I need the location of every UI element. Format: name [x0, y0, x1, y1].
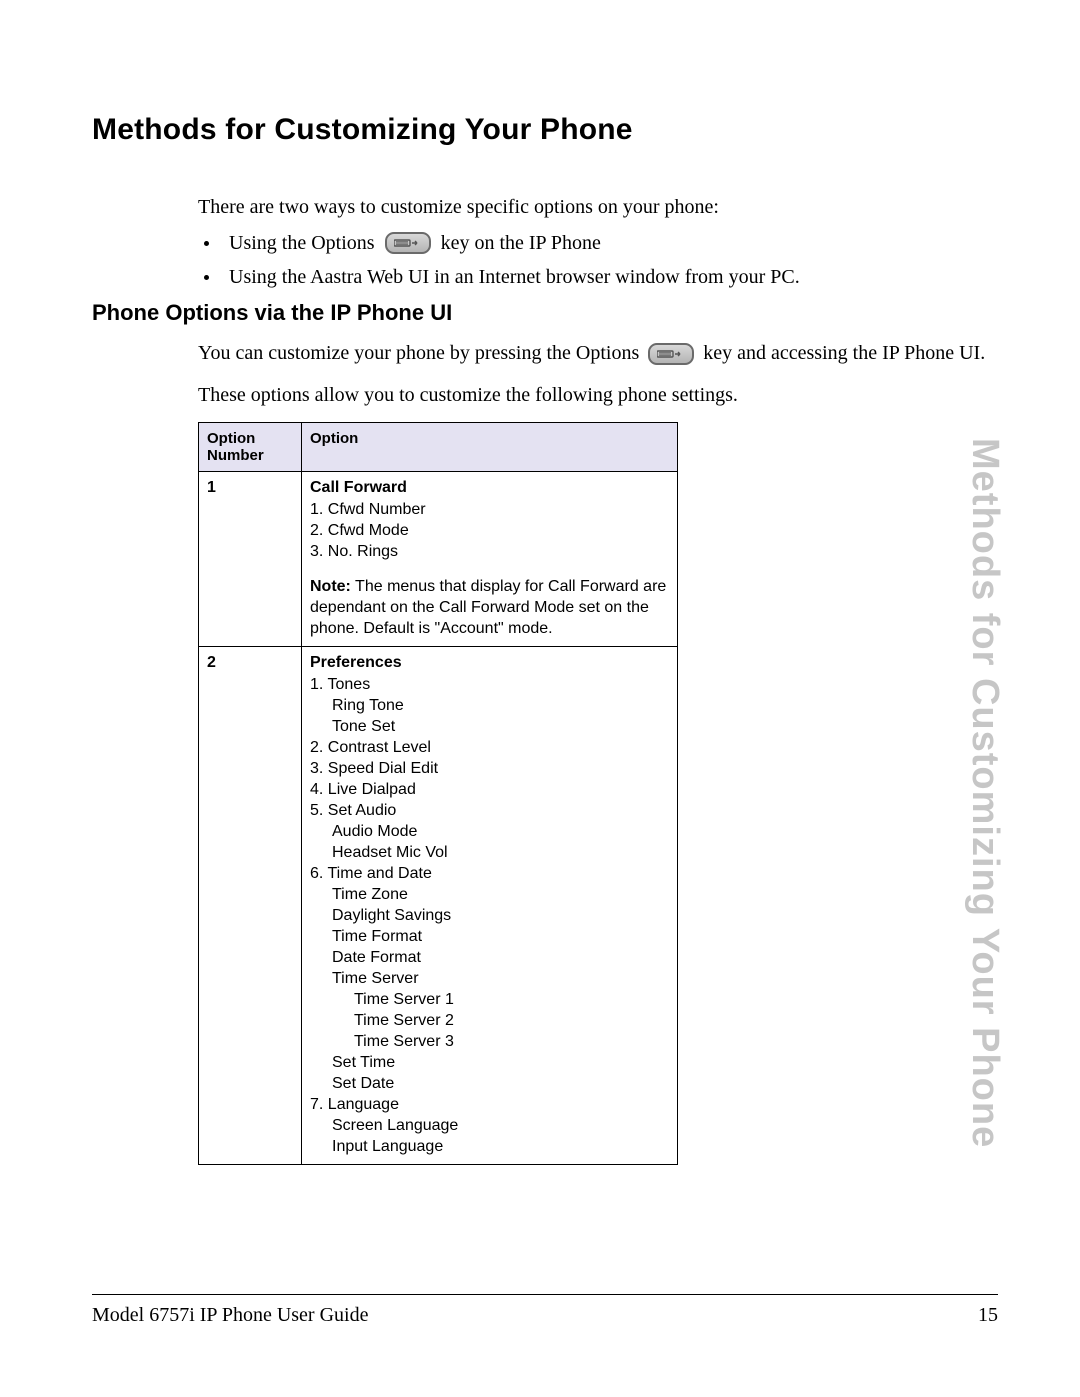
footer-doc-title: Model 6757i IP Phone User Guide: [92, 1304, 368, 1327]
page: Methods for Customizing Your Phone There…: [0, 0, 1080, 1397]
list-item: Time Server 1: [310, 989, 669, 1010]
th-option-number: Option Number: [199, 423, 302, 472]
options-table: Option Number Option 1 Call Forward 1. C…: [198, 422, 678, 1165]
list-item: Input Language: [310, 1136, 669, 1157]
th-option: Option: [302, 423, 678, 472]
list-item: Time Server 3: [310, 1031, 669, 1052]
list-item: 1. Cfwd Number: [310, 499, 669, 520]
list-item: 5. Set Audio: [310, 800, 669, 821]
section-para-1-pre: You can customize your phone by pressing…: [198, 342, 639, 364]
intro-bullet-1-pre: Using the Options: [229, 228, 375, 258]
intro-bullet-1: Using the Options key on the IP Phone: [198, 228, 998, 258]
intro-bullet-2-text: Using the Aastra Web UI in an Internet b…: [229, 262, 800, 292]
page-footer: Model 6757i IP Phone User Guide 15: [92, 1304, 998, 1327]
list-item: Audio Mode: [310, 821, 669, 842]
option-list: 1. Tones Ring Tone Tone Set 2. Contrast …: [310, 674, 669, 1157]
list-item: Date Format: [310, 947, 669, 968]
section-heading: Phone Options via the IP Phone UI: [92, 300, 998, 326]
list-item: Time Server 2: [310, 1010, 669, 1031]
list-item: Time Zone: [310, 884, 669, 905]
list-item: Headset Mic Vol: [310, 842, 669, 863]
cell-option-content: Call Forward 1. Cfwd Number 2. Cfwd Mode…: [302, 472, 678, 647]
list-item: 6. Time and Date: [310, 863, 669, 884]
table-row: 2 Preferences 1. Tones Ring Tone Tone Se…: [199, 647, 678, 1165]
list-item: 1. Tones: [310, 674, 669, 695]
option-title: Call Forward: [310, 479, 669, 497]
options-key-icon: [648, 343, 694, 365]
cell-option-number: 1: [199, 472, 302, 647]
side-tab-title: Methods for Customizing Your Phone: [963, 438, 1006, 1148]
bullet-icon: [204, 275, 209, 280]
list-item: 3. Speed Dial Edit: [310, 758, 669, 779]
list-item: Daylight Savings: [310, 905, 669, 926]
section-para-1: You can customize your phone by pressing…: [198, 336, 998, 370]
option-note: Note: The menus that display for Call Fo…: [310, 576, 669, 639]
table-row: 1 Call Forward 1. Cfwd Number 2. Cfwd Mo…: [199, 472, 678, 647]
cell-option-number: 2: [199, 647, 302, 1165]
table-header-row: Option Number Option: [199, 423, 678, 472]
option-title: Preferences: [310, 654, 669, 672]
list-item: 2. Cfwd Mode: [310, 520, 669, 541]
intro-lead: There are two ways to customize specific…: [198, 192, 998, 222]
list-item: Ring Tone: [310, 695, 669, 716]
list-item: 2. Contrast Level: [310, 737, 669, 758]
list-item: 7. Language: [310, 1094, 669, 1115]
bullet-icon: [204, 241, 209, 246]
list-item: Set Time: [310, 1052, 669, 1073]
page-title: Methods for Customizing Your Phone: [92, 113, 998, 147]
list-item: Screen Language: [310, 1115, 669, 1136]
intro-block: There are two ways to customize specific…: [198, 192, 998, 292]
intro-bullet-1-post: key on the IP Phone: [441, 228, 601, 258]
footer-page-number: 15: [978, 1304, 998, 1327]
list-item: Time Server: [310, 968, 669, 989]
list-item: Tone Set: [310, 716, 669, 737]
list-item: 4. Live Dialpad: [310, 779, 669, 800]
cell-option-content: Preferences 1. Tones Ring Tone Tone Set …: [302, 647, 678, 1165]
list-item: 3. No. Rings: [310, 541, 669, 562]
footer-divider: [92, 1294, 998, 1295]
option-list: 1. Cfwd Number 2. Cfwd Mode 3. No. Rings: [310, 499, 669, 562]
section-para-1-post: key and accessing the IP Phone UI.: [703, 342, 985, 364]
intro-bullet-2: Using the Aastra Web UI in an Internet b…: [198, 262, 998, 292]
options-key-icon: [385, 232, 431, 254]
list-item: Set Date: [310, 1073, 669, 1094]
list-item: Time Format: [310, 926, 669, 947]
section-para-2: These options allow you to customize the…: [198, 384, 998, 407]
